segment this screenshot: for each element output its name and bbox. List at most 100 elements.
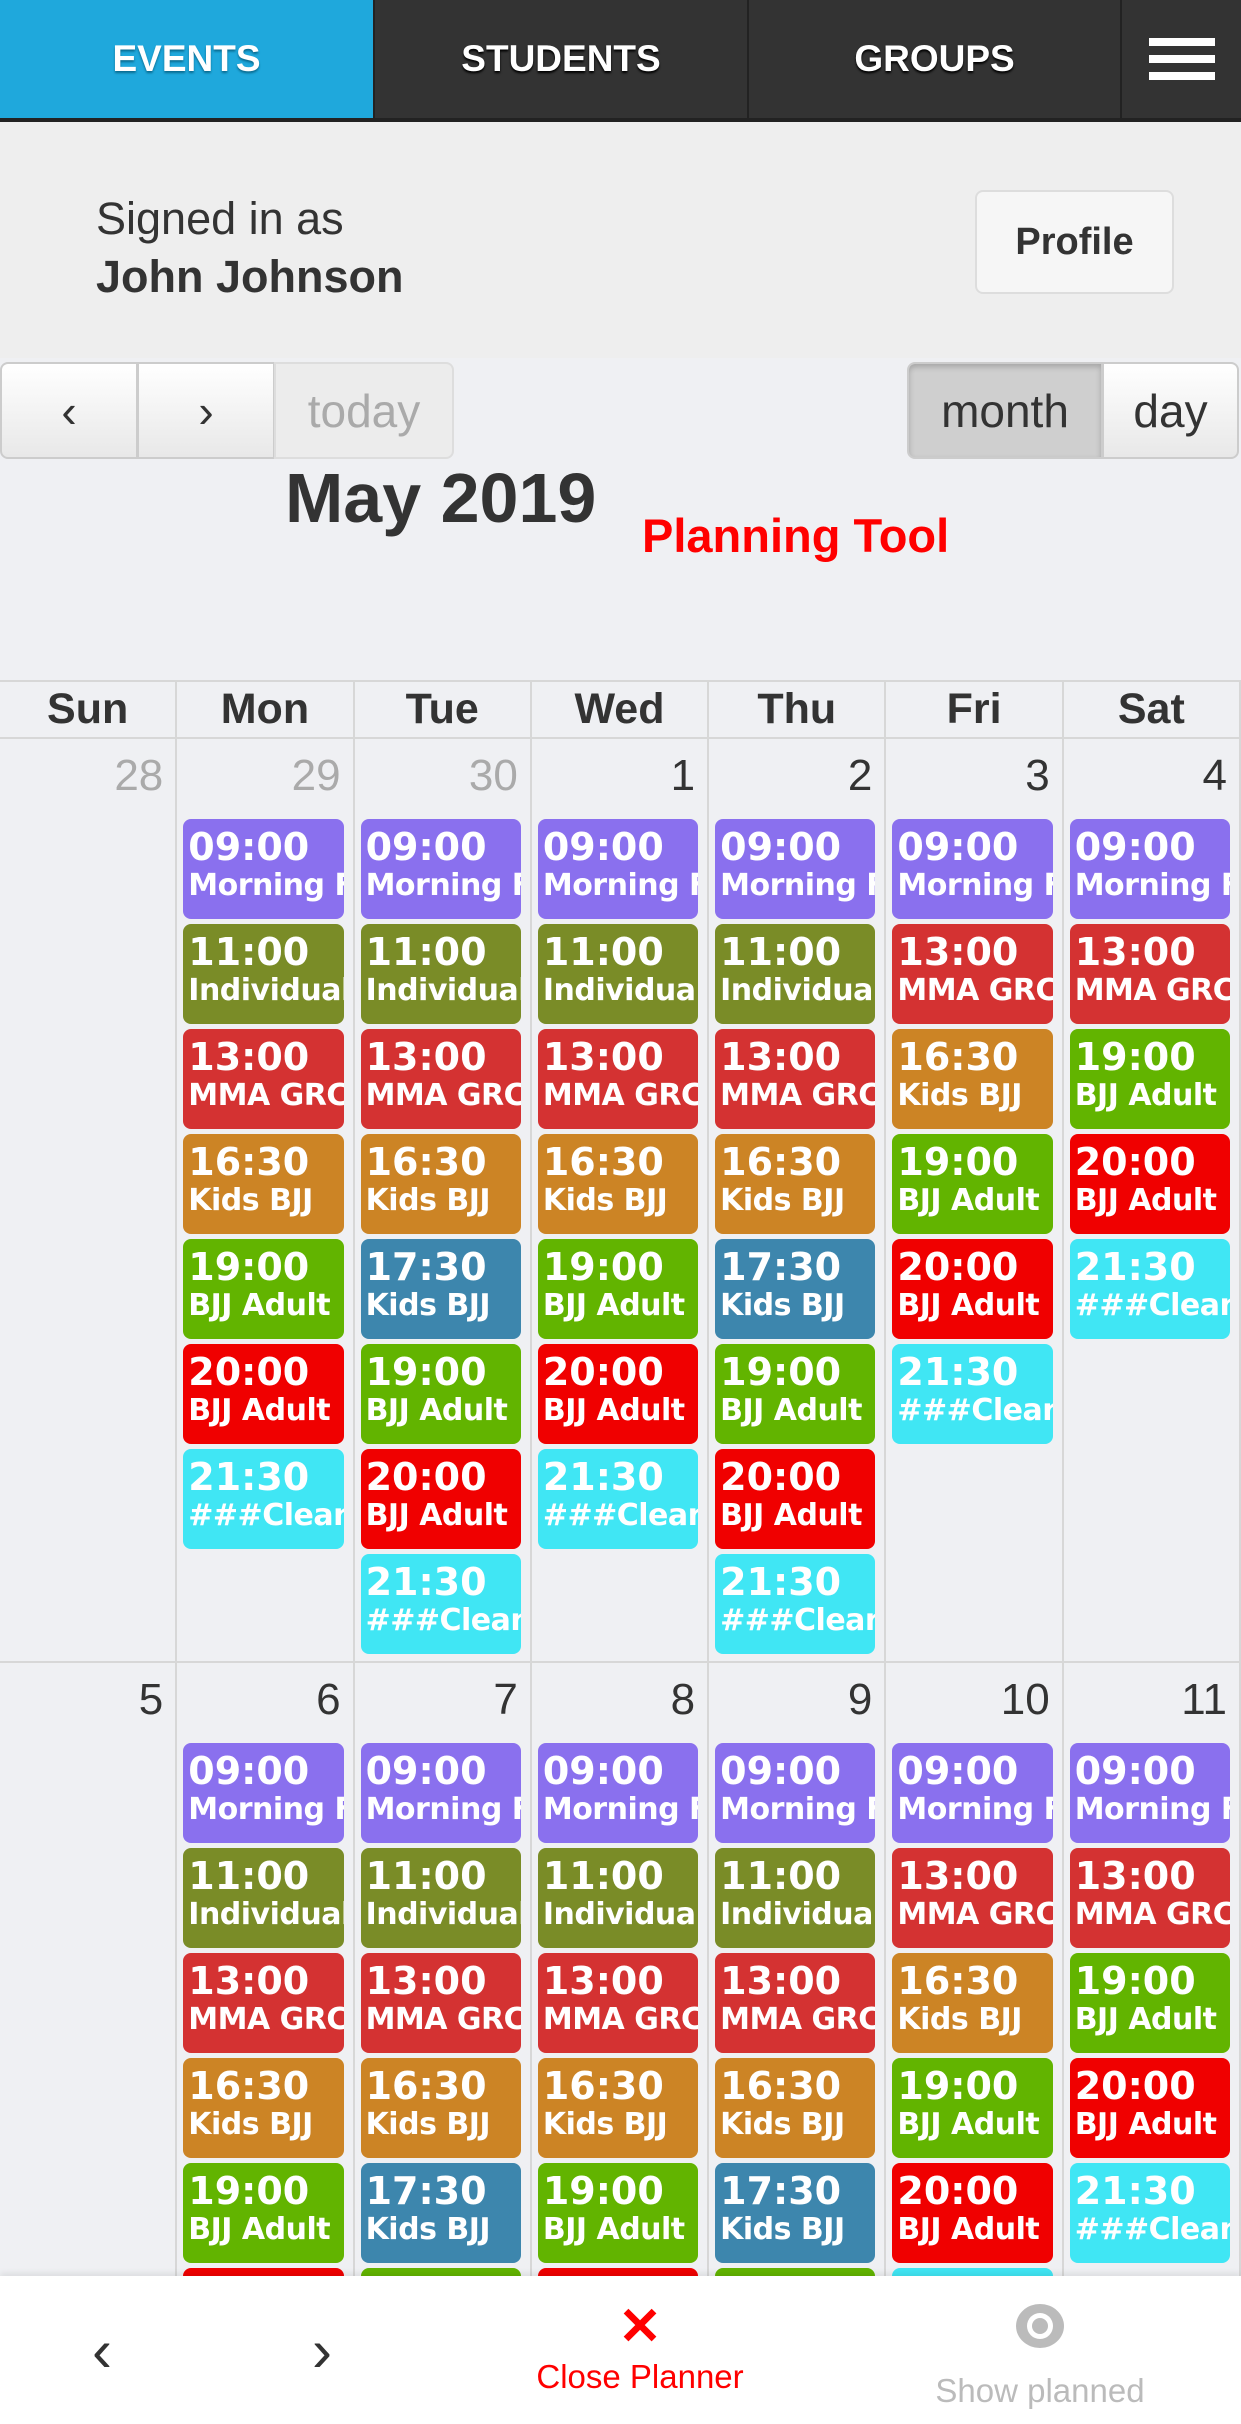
calendar-event[interactable]: 16:30 Kids BJJ	[183, 1134, 344, 1234]
calendar-event[interactable]: 13:00 MMA GRC	[537, 1953, 699, 2053]
day-cell[interactable]: 11 09:00 Morning F 13:00 MMA GRC 19:00 BJJ Adu…	[1064, 1663, 1241, 2361]
calendar-event[interactable]: 16:30 Kids BJJ	[183, 2058, 344, 2158]
calendar-event[interactable]: 13:00 MMA GRC	[537, 1029, 699, 1129]
calendar-event[interactable]: 17:30 Kids BJJ	[715, 2163, 876, 2263]
calendar-event[interactable]: 21:30 ###Clean	[1069, 1239, 1230, 1339]
calendar-event[interactable]: 17:30 Kids BJJ	[360, 2163, 521, 2263]
calendar-event[interactable]: 16:30 Kids BJJ	[537, 1134, 699, 1234]
calendar-event[interactable]: 16:30 Kids BJJ	[360, 2058, 521, 2158]
calendar-event[interactable]: 09:00 Morning F	[360, 1743, 521, 1843]
event-title: ###Clean	[720, 1603, 876, 1638]
calendar-event[interactable]: 19:00 BJJ Adult	[1069, 1029, 1230, 1129]
calendar-event[interactable]: 13:00 MMA GRC	[715, 1029, 876, 1129]
month-view-button[interactable]: month	[907, 362, 1103, 459]
day-cell[interactable]: 30 09:00 Morning F 11:00 Individual 13:00 MMA …	[355, 739, 532, 1661]
today-button[interactable]: today	[274, 362, 454, 459]
close-planner-button[interactable]: ✕ Close Planner	[530, 2296, 750, 2396]
calendar-event[interactable]: 09:00 Morning F	[715, 819, 876, 919]
calendar-event[interactable]: 09:00 Morning F	[892, 1743, 1053, 1843]
calendar-event[interactable]: 09:00 Morning F	[183, 1743, 344, 1843]
calendar-event[interactable]: 11:00 Individual	[183, 924, 344, 1024]
calendar-event[interactable]: 13:00 MMA GRC	[892, 924, 1053, 1024]
calendar-event[interactable]: 11:00 Individual	[715, 924, 876, 1024]
calendar-event[interactable]: 16:30 Kids BJJ	[892, 1953, 1053, 2053]
hamburger-icon[interactable]	[1122, 0, 1241, 118]
calendar-event[interactable]: 16:30 Kids BJJ	[715, 2058, 876, 2158]
day-cell[interactable]: 4 09:00 Morning F 13:00 MMA GRC 19:00 BJJ Adul…	[1064, 739, 1241, 1661]
calendar-event[interactable]: 20:00 BJJ Adult	[892, 2163, 1053, 2263]
calendar-event[interactable]: 21:30 ###Clean	[537, 1449, 699, 1549]
calendar-event[interactable]: 16:30 Kids BJJ	[537, 2058, 699, 2158]
show-planned-button[interactable]: Show planned	[920, 2296, 1160, 2410]
calendar-event[interactable]: 09:00 Morning F	[892, 819, 1053, 919]
day-cell[interactable]: 8 09:00 Morning F 11:00 Individual 13:00 MMA G…	[532, 1663, 710, 2368]
day-cell[interactable]: 1 09:00 Morning F 11:00 Individual 13:00 MMA G…	[532, 739, 710, 1661]
calendar-event[interactable]: 11:00 Individual	[183, 1848, 344, 1948]
calendar-event[interactable]: 09:00 Morning F	[715, 1743, 876, 1843]
calendar-event[interactable]: 09:00 Morning F	[1069, 819, 1230, 919]
calendar-event[interactable]: 20:00 BJJ Adult	[1069, 2058, 1230, 2158]
tab-events[interactable]: EVENTS	[0, 0, 375, 118]
calendar-event[interactable]: 17:30 Kids BJJ	[360, 1239, 521, 1339]
calendar-event[interactable]: 21:30 ###Clean	[892, 1344, 1053, 1444]
calendar-event[interactable]: 09:00 Morning F	[1069, 1743, 1230, 1843]
calendar-event[interactable]: 13:00 MMA GRC	[360, 1029, 521, 1129]
calendar-event[interactable]: 19:00 BJJ Adult	[537, 2163, 699, 2263]
calendar-event[interactable]: 19:00 BJJ Adult	[1069, 1953, 1230, 2053]
calendar-event[interactable]: 20:00 BJJ Adult	[537, 1344, 699, 1444]
calendar-event[interactable]: 17:30 Kids BJJ	[715, 1239, 876, 1339]
calendar-event[interactable]: 16:30 Kids BJJ	[715, 1134, 876, 1234]
calendar-event[interactable]: 11:00 Individual	[715, 1848, 876, 1948]
bottom-prev-button[interactable]: ‹	[92, 2316, 112, 2385]
calendar-event[interactable]: 13:00 MMA GRC	[892, 1848, 1053, 1948]
tab-students[interactable]: STUDENTS	[375, 0, 749, 118]
calendar-event[interactable]: 13:00 MMA GRC	[183, 1029, 344, 1129]
calendar-event[interactable]: 19:00 BJJ Adult	[537, 1239, 699, 1339]
day-cell[interactable]: 6 09:00 Morning F 11:00 Individual 13:00 MMA G…	[177, 1663, 355, 2368]
calendar-event[interactable]: 20:00 BJJ Adult	[1069, 1134, 1230, 1234]
calendar-event[interactable]: 19:00 BJJ Adult	[183, 2163, 344, 2263]
calendar-event[interactable]: 19:00 BJJ Adult	[183, 1239, 344, 1339]
calendar-event[interactable]: 13:00 MMA GRC	[1069, 1848, 1230, 1948]
calendar-event[interactable]: 11:00 Individual	[360, 1848, 521, 1948]
calendar-event[interactable]: 09:00 Morning F	[183, 819, 344, 919]
next-button[interactable]: ›	[137, 362, 275, 459]
calendar-event[interactable]: 20:00 BJJ Adult	[183, 1344, 344, 1444]
calendar-event[interactable]: 20:00 BJJ Adult	[892, 1239, 1053, 1339]
day-cell[interactable]: 29 09:00 Morning F 11:00 Individual 13:00 MMA …	[177, 739, 355, 1661]
day-cell[interactable]: 2 09:00 Morning F 11:00 Individual 13:00 MMA G…	[709, 739, 887, 1661]
calendar-event[interactable]: 21:30 ###Clean	[360, 1554, 521, 1654]
calendar-event[interactable]: 13:00 MMA GRC	[360, 1953, 521, 2053]
calendar-event[interactable]: 13:00 MMA GRC	[1069, 924, 1230, 1024]
calendar-event[interactable]: 20:00 BJJ Adult	[360, 1449, 521, 1549]
tab-groups[interactable]: GROUPS	[749, 0, 1122, 118]
calendar-event[interactable]: 21:30 ###Clean	[715, 1554, 876, 1654]
calendar-event[interactable]: 19:00 BJJ Adult	[892, 2058, 1053, 2158]
calendar-event[interactable]: 11:00 Individual	[360, 924, 521, 1024]
calendar-event[interactable]: 09:00 Morning F	[360, 819, 521, 919]
calendar-event[interactable]: 13:00 MMA GRC	[715, 1953, 876, 2053]
calendar-event[interactable]: 19:00 BJJ Adult	[892, 1134, 1053, 1234]
calendar-event[interactable]: 11:00 Individual	[537, 1848, 699, 1948]
day-cell[interactable]: 10 09:00 Morning F 13:00 MMA GRC 16:30 Kids BJ…	[886, 1663, 1064, 2368]
day-cell[interactable]: 5	[0, 1663, 178, 2361]
calendar-event[interactable]: 21:30 ###Clean	[1069, 2163, 1230, 2263]
day-cell[interactable]: 7 09:00 Morning F 11:00 Individual 13:00 MMA G…	[355, 1663, 532, 2368]
calendar-event[interactable]: 11:00 Individual	[537, 924, 699, 1024]
bottom-next-button[interactable]: ›	[312, 2316, 332, 2385]
calendar-event[interactable]: 20:00 BJJ Adult	[715, 1449, 876, 1549]
calendar-event[interactable]: 09:00 Morning F	[537, 1743, 699, 1843]
calendar-event[interactable]: 19:00 BJJ Adult	[360, 1344, 521, 1444]
calendar-event[interactable]: 13:00 MMA GRC	[183, 1953, 344, 2053]
prev-button[interactable]: ‹	[0, 362, 138, 459]
profile-button[interactable]: Profile	[975, 190, 1174, 294]
calendar-event[interactable]: 21:30 ###Clean	[183, 1449, 344, 1549]
calendar-event[interactable]: 19:00 BJJ Adult	[715, 1344, 876, 1444]
day-cell[interactable]: 28	[0, 739, 178, 1661]
day-view-button[interactable]: day	[1102, 362, 1239, 459]
day-cell[interactable]: 9 09:00 Morning F 11:00 Individual 13:00 MMA G…	[709, 1663, 887, 2368]
calendar-event[interactable]: 16:30 Kids BJJ	[360, 1134, 521, 1234]
calendar-event[interactable]: 09:00 Morning F	[537, 819, 699, 919]
calendar-event[interactable]: 16:30 Kids BJJ	[892, 1029, 1053, 1129]
day-cell[interactable]: 3 09:00 Morning F 13:00 MMA GRC 16:30 Kids BJJ…	[886, 739, 1064, 1661]
